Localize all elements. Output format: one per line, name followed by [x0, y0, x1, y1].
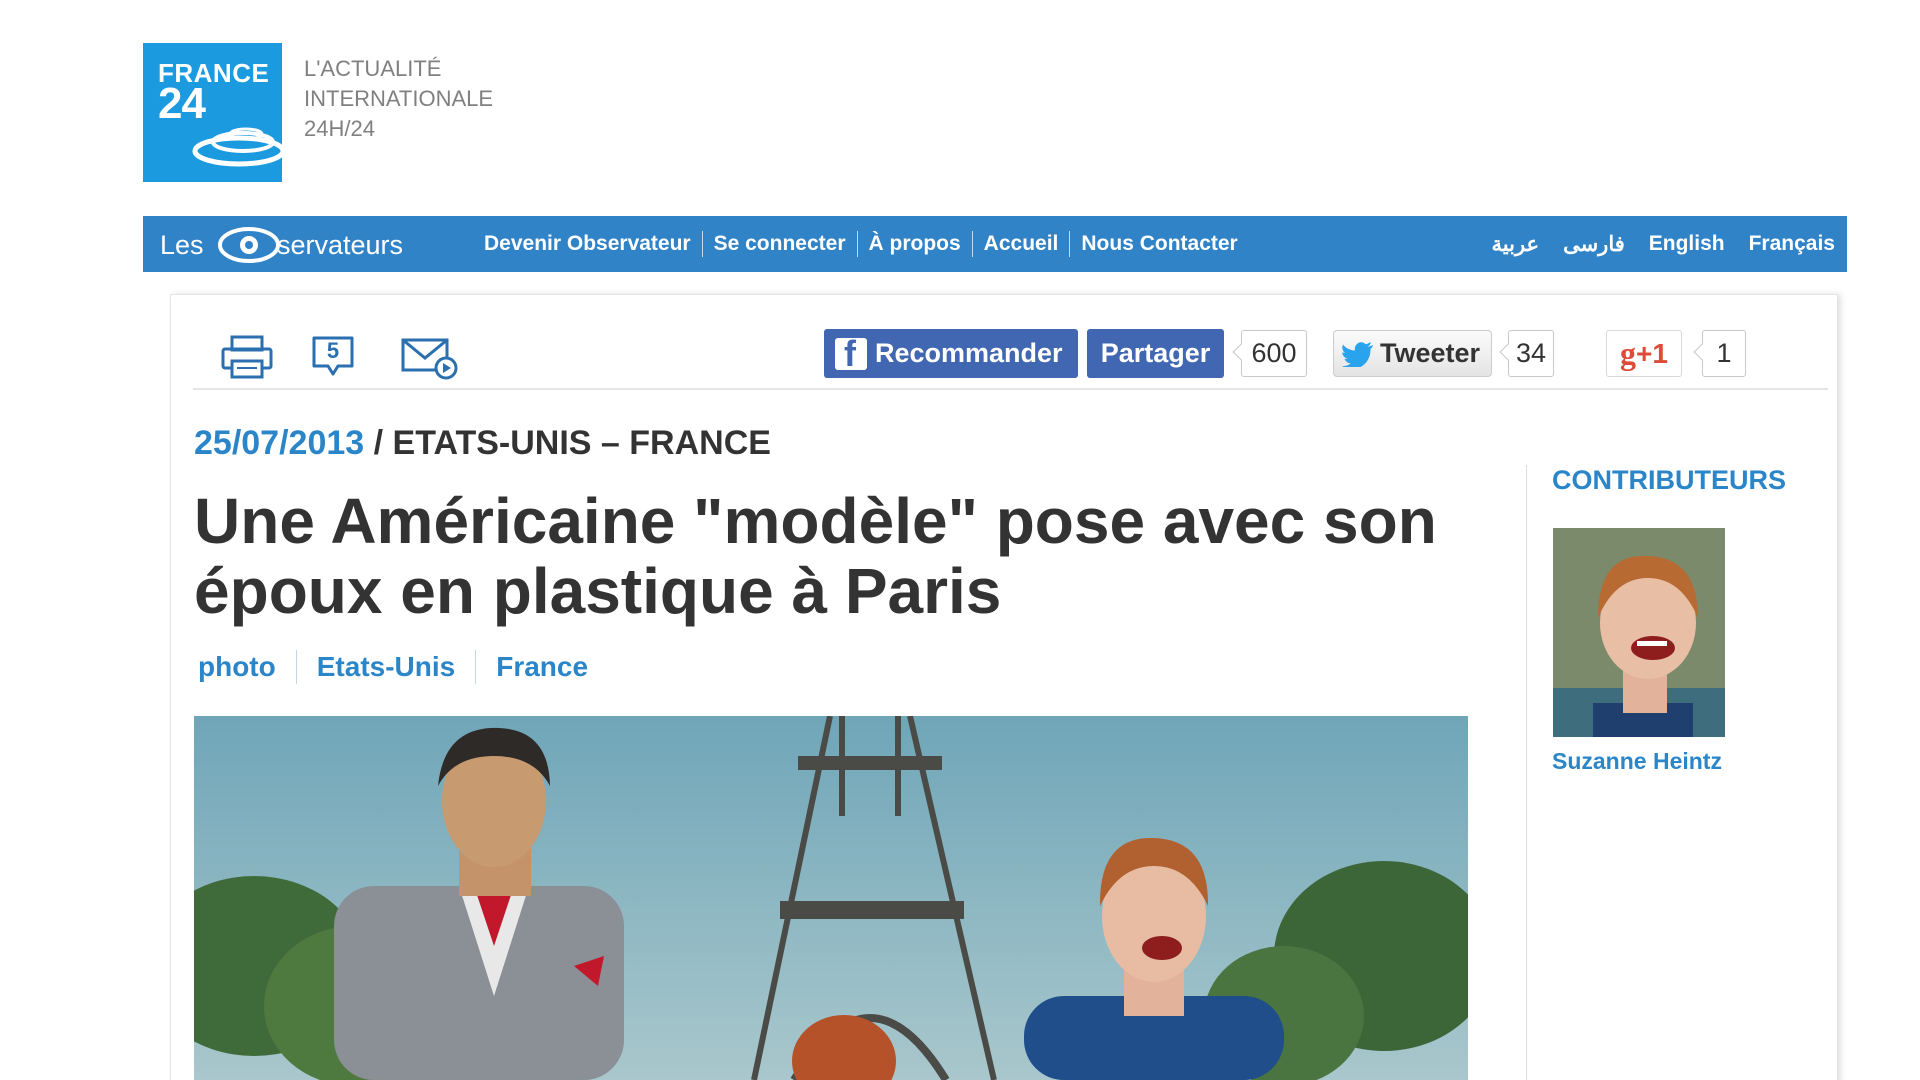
- contributor-name[interactable]: Suzanne Heintz: [1552, 748, 1722, 775]
- brand-les: Les: [160, 230, 204, 260]
- contributor-portrait: [1553, 528, 1725, 737]
- logo-swirl-icon: [192, 127, 282, 167]
- article-headline: Une Américaine "modèle" pose avec son ép…: [194, 485, 1437, 627]
- nav-link-devenir-observateur[interactable]: Devenir Observateur: [473, 231, 702, 257]
- toolbar-divider: [193, 388, 1828, 390]
- nav-link-se-connecter[interactable]: Se connecter: [701, 231, 857, 257]
- nav-link-nous-contacter[interactable]: Nous Contacter: [1069, 231, 1248, 257]
- tagline-line: 24H/24: [304, 116, 375, 141]
- sidebar-divider: [1526, 465, 1527, 1080]
- article-tags: photo Etats-Unis France: [198, 650, 608, 684]
- lang-link-french[interactable]: Français: [1749, 232, 1835, 256]
- tweet-button[interactable]: Tweeter: [1333, 330, 1492, 377]
- lang-link-arabic[interactable]: عربية: [1492, 232, 1540, 257]
- france24-logo[interactable]: FRANCE 24: [143, 43, 282, 182]
- tag-photo[interactable]: photo: [198, 650, 296, 684]
- fb-recommend-label: Recommander: [875, 338, 1063, 368]
- email-icon[interactable]: [400, 334, 460, 380]
- tag-france[interactable]: France: [475, 650, 608, 684]
- lang-link-english[interactable]: English: [1649, 232, 1725, 256]
- main-navbar: Les servateurs Devenir Observateur Se co…: [143, 216, 1847, 272]
- tagline-line: L'ACTUALITÉ: [304, 56, 442, 81]
- twitter-bird-icon: [1342, 341, 1373, 367]
- brand-servateurs: servateurs: [277, 230, 404, 260]
- facebook-share-button[interactable]: Partager: [1087, 329, 1224, 378]
- google-plus-icon: g: [1620, 335, 1637, 371]
- site-tagline: L'ACTUALITÉ INTERNATIONALE 24H/24: [304, 54, 564, 144]
- article-dateline: 25/07/2013 / ETATS-UNIS – FRANCE: [194, 424, 771, 463]
- facebook-count: 600: [1241, 330, 1307, 377]
- article-region: ETATS-UNIS – FRANCE: [392, 424, 771, 462]
- gplus-label: +1: [1636, 337, 1668, 369]
- tagline-line: INTERNATIONALE: [304, 86, 494, 111]
- nav-link-accueil[interactable]: Accueil: [971, 231, 1070, 257]
- comments-button[interactable]: 5: [310, 334, 356, 380]
- article-date[interactable]: 25/07/2013: [194, 424, 364, 462]
- contributors-heading: CONTRIBUTEURS: [1552, 465, 1786, 495]
- google-plus-count: 1: [1702, 330, 1746, 377]
- print-icon[interactable]: [220, 334, 274, 380]
- tweet-count: 34: [1508, 330, 1554, 377]
- tweet-label: Tweeter: [1380, 338, 1481, 368]
- dateline-separator: /: [364, 424, 393, 462]
- tweet-count-value: 34: [1515, 338, 1547, 368]
- gplus-count-value: 1: [1716, 338, 1732, 368]
- nav-link-a-propos[interactable]: À propos: [856, 231, 972, 257]
- facebook-recommend-button[interactable]: f Recommander: [824, 329, 1078, 378]
- eye-icon: [218, 227, 280, 263]
- lang-link-persian[interactable]: فارسی: [1563, 232, 1625, 257]
- contributor-avatar[interactable]: [1553, 528, 1725, 737]
- comment-count: 5: [326, 338, 340, 363]
- facebook-icon: f: [835, 335, 867, 371]
- tag-etats-unis[interactable]: Etats-Unis: [295, 650, 475, 684]
- fb-count-value: 600: [1251, 338, 1297, 368]
- eiffel-tower-photo: [194, 716, 1468, 1080]
- article-photo[interactable]: [194, 716, 1468, 1080]
- language-switcher: عربية فارسی English Français: [1468, 216, 1835, 272]
- fb-share-label: Partager: [1100, 338, 1211, 368]
- google-plus-button[interactable]: g +1: [1606, 330, 1682, 377]
- nav-links: Devenir Observateur Se connecter À propo…: [473, 216, 1249, 272]
